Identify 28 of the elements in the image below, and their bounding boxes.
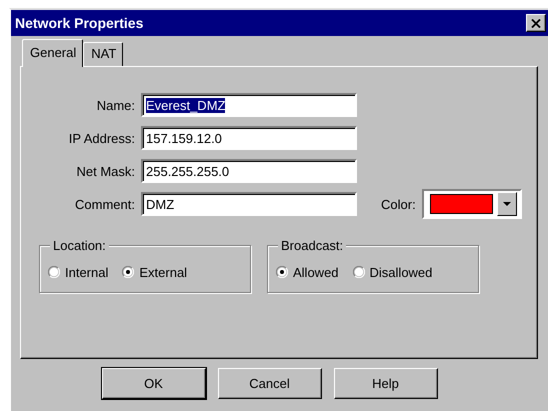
group-title: Broadcast: <box>278 238 346 253</box>
radio-button[interactable] <box>352 266 365 278</box>
window-title: Network Properties <box>15 15 144 31</box>
radio-button[interactable] <box>276 266 288 278</box>
field-label: Name: <box>96 98 136 112</box>
dialog-button[interactable]: OK <box>102 368 206 399</box>
radio-button[interactable] <box>122 266 134 278</box>
field-label: Net Mask: <box>75 164 136 178</box>
close-button[interactable] <box>526 14 546 32</box>
input-field[interactable]: DMZ <box>141 192 357 216</box>
dialog-button[interactable]: Cancel <box>218 368 322 399</box>
radio-label[interactable]: Disallowed <box>370 264 432 280</box>
radio-button[interactable] <box>48 266 60 278</box>
field-label: IP Address: <box>68 130 136 146</box>
tab[interactable]: NAT <box>83 42 124 66</box>
tab[interactable]: General <box>22 39 84 67</box>
field-label: Comment: <box>74 196 136 212</box>
color-dropdown[interactable] <box>422 189 522 219</box>
input-field[interactable]: 157.159.12.0 <box>141 126 357 150</box>
radio-label[interactable]: Internal <box>65 264 108 280</box>
radio-label[interactable]: External <box>139 264 188 280</box>
input-field[interactable]: 255.255.255.0 <box>141 159 357 183</box>
radio-label[interactable]: Allowed <box>293 264 339 280</box>
field-label: Color: <box>381 196 416 212</box>
dialog-button[interactable]: Help <box>334 368 438 399</box>
group-title: Location: <box>50 238 109 253</box>
close-icon <box>531 18 541 28</box>
input-field[interactable]: Everest_DMZ <box>141 93 357 117</box>
